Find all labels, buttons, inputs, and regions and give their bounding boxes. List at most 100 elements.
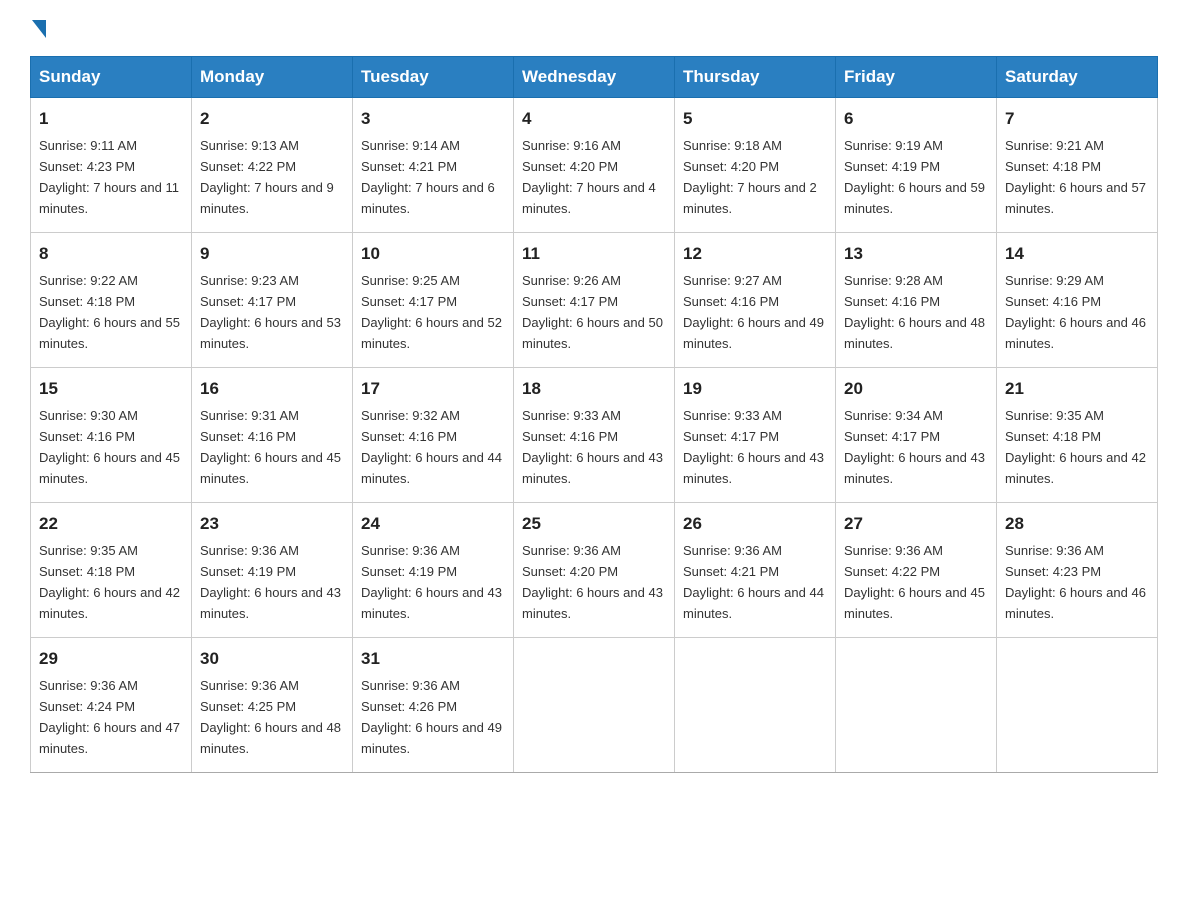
calendar-cell: 23 Sunrise: 9:36 AMSunset: 4:19 PMDayligh… xyxy=(192,503,353,638)
day-info: Sunrise: 9:36 AMSunset: 4:19 PMDaylight:… xyxy=(200,543,341,621)
calendar-cell: 26 Sunrise: 9:36 AMSunset: 4:21 PMDayligh… xyxy=(675,503,836,638)
day-number: 24 xyxy=(361,511,505,537)
calendar-cell: 24 Sunrise: 9:36 AMSunset: 4:19 PMDayligh… xyxy=(353,503,514,638)
day-number: 26 xyxy=(683,511,827,537)
day-number: 21 xyxy=(1005,376,1149,402)
calendar-cell: 31 Sunrise: 9:36 AMSunset: 4:26 PMDayligh… xyxy=(353,638,514,773)
day-info: Sunrise: 9:33 AMSunset: 4:17 PMDaylight:… xyxy=(683,408,824,486)
day-info: Sunrise: 9:27 AMSunset: 4:16 PMDaylight:… xyxy=(683,273,824,351)
calendar-header-row: SundayMondayTuesdayWednesdayThursdayFrid… xyxy=(31,57,1158,98)
calendar-week-row: 15 Sunrise: 9:30 AMSunset: 4:16 PMDayligh… xyxy=(31,368,1158,503)
day-number: 16 xyxy=(200,376,344,402)
calendar-cell: 1 Sunrise: 9:11 AMSunset: 4:23 PMDaylight… xyxy=(31,98,192,233)
calendar-cell: 16 Sunrise: 9:31 AMSunset: 4:16 PMDayligh… xyxy=(192,368,353,503)
day-info: Sunrise: 9:28 AMSunset: 4:16 PMDaylight:… xyxy=(844,273,985,351)
day-number: 22 xyxy=(39,511,183,537)
day-info: Sunrise: 9:16 AMSunset: 4:20 PMDaylight:… xyxy=(522,138,656,216)
calendar-cell: 3 Sunrise: 9:14 AMSunset: 4:21 PMDaylight… xyxy=(353,98,514,233)
day-number: 29 xyxy=(39,646,183,672)
calendar-cell: 30Sunrise: 9:36 AMSunset: 4:25 PMDayligh… xyxy=(192,638,353,773)
day-info: Sunrise: 9:13 AMSunset: 4:22 PMDaylight:… xyxy=(200,138,334,216)
day-info: Sunrise: 9:31 AMSunset: 4:16 PMDaylight:… xyxy=(200,408,341,486)
calendar-cell xyxy=(836,638,997,773)
calendar-header-friday: Friday xyxy=(836,57,997,98)
day-info: Sunrise: 9:34 AMSunset: 4:17 PMDaylight:… xyxy=(844,408,985,486)
calendar-cell xyxy=(514,638,675,773)
day-info: Sunrise: 9:14 AMSunset: 4:21 PMDaylight:… xyxy=(361,138,495,216)
day-number: 4 xyxy=(522,106,666,132)
day-info: Sunrise: 9:30 AMSunset: 4:16 PMDaylight:… xyxy=(39,408,180,486)
day-info: Sunrise: 9:23 AMSunset: 4:17 PMDaylight:… xyxy=(200,273,341,351)
day-number: 6 xyxy=(844,106,988,132)
day-info: Sunrise: 9:18 AMSunset: 4:20 PMDaylight:… xyxy=(683,138,817,216)
calendar-cell xyxy=(675,638,836,773)
day-number: 14 xyxy=(1005,241,1149,267)
calendar-week-row: 22 Sunrise: 9:35 AMSunset: 4:18 PMDayligh… xyxy=(31,503,1158,638)
logo-triangle-icon xyxy=(32,20,46,38)
day-number: 8 xyxy=(39,241,183,267)
calendar-header-monday: Monday xyxy=(192,57,353,98)
calendar-cell: 13Sunrise: 9:28 AMSunset: 4:16 PMDayligh… xyxy=(836,233,997,368)
day-number: 3 xyxy=(361,106,505,132)
calendar-cell: 4 Sunrise: 9:16 AMSunset: 4:20 PMDaylight… xyxy=(514,98,675,233)
logo xyxy=(30,20,46,36)
day-info: Sunrise: 9:36 AMSunset: 4:22 PMDaylight:… xyxy=(844,543,985,621)
day-number: 1 xyxy=(39,106,183,132)
day-info: Sunrise: 9:26 AMSunset: 4:17 PMDaylight:… xyxy=(522,273,663,351)
calendar-cell: 25Sunrise: 9:36 AMSunset: 4:20 PMDayligh… xyxy=(514,503,675,638)
day-number: 5 xyxy=(683,106,827,132)
day-info: Sunrise: 9:33 AMSunset: 4:16 PMDaylight:… xyxy=(522,408,663,486)
day-number: 23 xyxy=(200,511,344,537)
calendar-cell: 12 Sunrise: 9:27 AMSunset: 4:16 PMDayligh… xyxy=(675,233,836,368)
day-number: 17 xyxy=(361,376,505,402)
calendar-cell: 19Sunrise: 9:33 AMSunset: 4:17 PMDayligh… xyxy=(675,368,836,503)
day-info: Sunrise: 9:21 AMSunset: 4:18 PMDaylight:… xyxy=(1005,138,1146,216)
calendar-cell: 20 Sunrise: 9:34 AMSunset: 4:17 PMDayligh… xyxy=(836,368,997,503)
calendar-cell: 2 Sunrise: 9:13 AMSunset: 4:22 PMDaylight… xyxy=(192,98,353,233)
calendar-cell: 5 Sunrise: 9:18 AMSunset: 4:20 PMDaylight… xyxy=(675,98,836,233)
day-number: 2 xyxy=(200,106,344,132)
day-number: 7 xyxy=(1005,106,1149,132)
calendar-cell: 28Sunrise: 9:36 AMSunset: 4:23 PMDayligh… xyxy=(997,503,1158,638)
calendar-header-wednesday: Wednesday xyxy=(514,57,675,98)
page-header xyxy=(30,20,1158,36)
calendar-cell: 7 Sunrise: 9:21 AMSunset: 4:18 PMDaylight… xyxy=(997,98,1158,233)
day-info: Sunrise: 9:36 AMSunset: 4:26 PMDaylight:… xyxy=(361,678,502,756)
calendar-cell: 11 Sunrise: 9:26 AMSunset: 4:17 PMDayligh… xyxy=(514,233,675,368)
calendar-cell xyxy=(997,638,1158,773)
day-info: Sunrise: 9:36 AMSunset: 4:19 PMDaylight:… xyxy=(361,543,502,621)
day-number: 31 xyxy=(361,646,505,672)
calendar-header-tuesday: Tuesday xyxy=(353,57,514,98)
calendar-header-thursday: Thursday xyxy=(675,57,836,98)
day-number: 11 xyxy=(522,241,666,267)
calendar-header-sunday: Sunday xyxy=(31,57,192,98)
day-number: 18 xyxy=(522,376,666,402)
day-number: 20 xyxy=(844,376,988,402)
day-number: 15 xyxy=(39,376,183,402)
day-number: 27 xyxy=(844,511,988,537)
day-number: 12 xyxy=(683,241,827,267)
calendar-cell: 29Sunrise: 9:36 AMSunset: 4:24 PMDayligh… xyxy=(31,638,192,773)
day-info: Sunrise: 9:25 AMSunset: 4:17 PMDaylight:… xyxy=(361,273,502,351)
calendar-week-row: 1 Sunrise: 9:11 AMSunset: 4:23 PMDaylight… xyxy=(31,98,1158,233)
calendar-cell: 9 Sunrise: 9:23 AMSunset: 4:17 PMDaylight… xyxy=(192,233,353,368)
calendar-cell: 15 Sunrise: 9:30 AMSunset: 4:16 PMDayligh… xyxy=(31,368,192,503)
day-info: Sunrise: 9:11 AMSunset: 4:23 PMDaylight:… xyxy=(39,138,179,216)
day-number: 9 xyxy=(200,241,344,267)
day-info: Sunrise: 9:36 AMSunset: 4:25 PMDaylight:… xyxy=(200,678,341,756)
calendar-cell: 22 Sunrise: 9:35 AMSunset: 4:18 PMDayligh… xyxy=(31,503,192,638)
calendar-table: SundayMondayTuesdayWednesdayThursdayFrid… xyxy=(30,56,1158,773)
day-info: Sunrise: 9:35 AMSunset: 4:18 PMDaylight:… xyxy=(39,543,180,621)
day-info: Sunrise: 9:22 AMSunset: 4:18 PMDaylight:… xyxy=(39,273,180,351)
day-info: Sunrise: 9:36 AMSunset: 4:23 PMDaylight:… xyxy=(1005,543,1146,621)
calendar-cell: 8 Sunrise: 9:22 AMSunset: 4:18 PMDaylight… xyxy=(31,233,192,368)
day-info: Sunrise: 9:36 AMSunset: 4:20 PMDaylight:… xyxy=(522,543,663,621)
logo-text xyxy=(30,20,46,40)
day-info: Sunrise: 9:36 AMSunset: 4:21 PMDaylight:… xyxy=(683,543,824,621)
day-info: Sunrise: 9:29 AMSunset: 4:16 PMDaylight:… xyxy=(1005,273,1146,351)
calendar-cell: 6 Sunrise: 9:19 AMSunset: 4:19 PMDaylight… xyxy=(836,98,997,233)
calendar-cell: 27 Sunrise: 9:36 AMSunset: 4:22 PMDayligh… xyxy=(836,503,997,638)
day-info: Sunrise: 9:19 AMSunset: 4:19 PMDaylight:… xyxy=(844,138,985,216)
day-number: 10 xyxy=(361,241,505,267)
calendar-cell: 14 Sunrise: 9:29 AMSunset: 4:16 PMDayligh… xyxy=(997,233,1158,368)
